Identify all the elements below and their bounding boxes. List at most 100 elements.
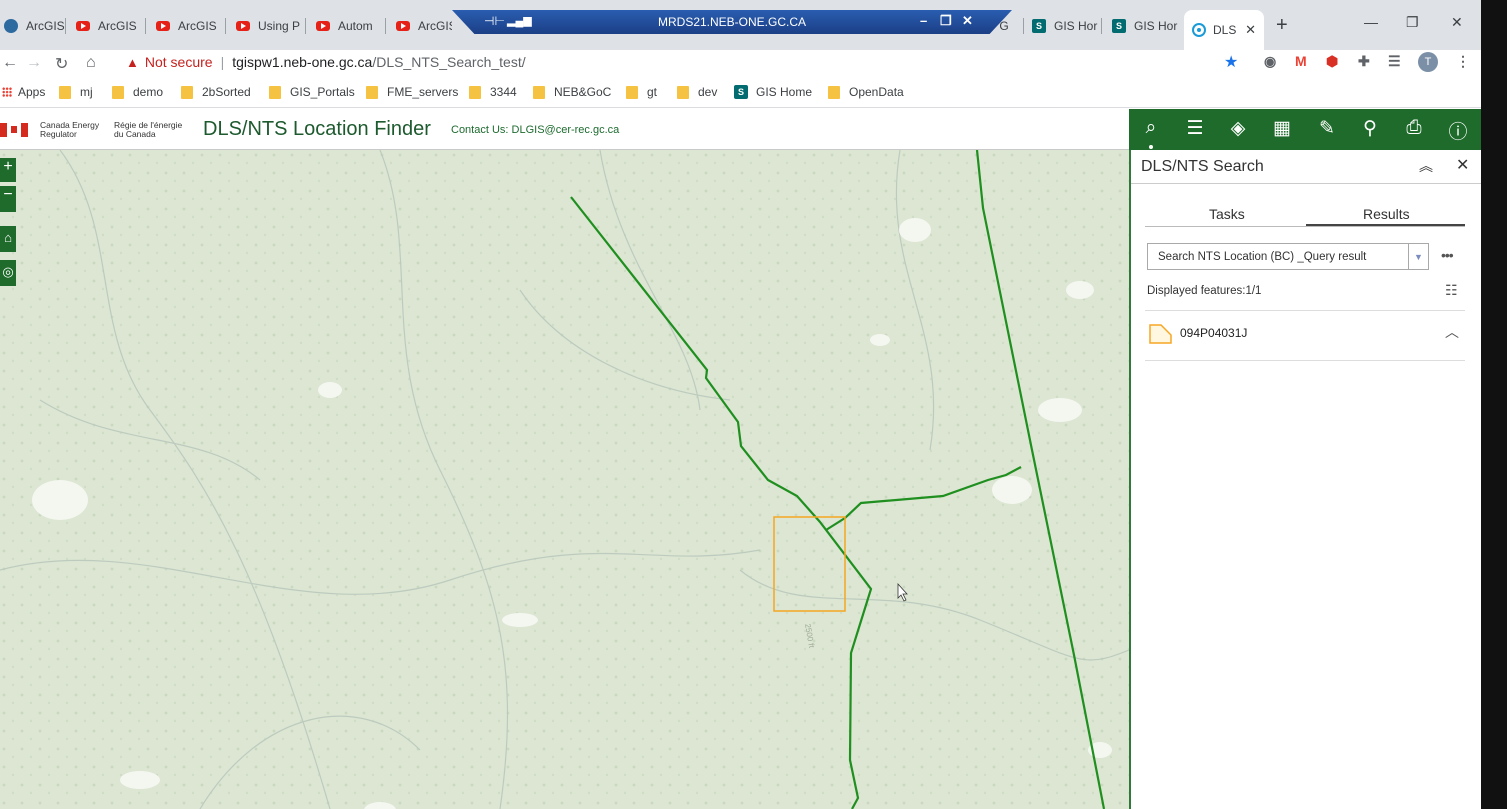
folder-icon [181,85,193,99]
sort-icon[interactable]: ☷ [1445,282,1458,299]
url-path: /DLS_NTS_Search_test/ [372,54,526,70]
reading-list-icon[interactable]: ☰ [1388,53,1401,70]
collapse-icon[interactable]: ︽ [1419,156,1433,176]
folder-icon [59,85,71,99]
youtube-icon [156,21,170,31]
apps-grid-icon [2,87,12,97]
browser-tab[interactable]: ArcGIS [152,12,226,40]
restore-button[interactable]: ❐ [1406,14,1419,31]
zoom-in-button[interactable]: + [0,158,16,182]
bookmark-folder[interactable]: GIS_Portals [269,85,355,99]
browser-tab[interactable]: ArcGIS [392,12,452,40]
reload-button[interactable]: ↻ [55,54,68,74]
app-header: Canada Energy Regulator Régie de l'énerg… [0,109,1129,150]
close-panel-icon[interactable]: ✕ [1456,155,1469,175]
map-canvas: 2500 ft [0,150,1129,809]
tab-strip: ArcGIS ArcGIS ArcGIS Using P Autom ArcGI… [0,0,1481,50]
folder-icon [269,85,281,99]
bookmark-apps[interactable]: Apps [2,85,45,99]
browser-tab[interactable]: S GIS Hor [1108,12,1182,40]
search-icon[interactable]: ⚲ [1357,117,1383,140]
forward-button[interactable]: → [26,54,42,72]
bookmark-folder[interactable]: 2bSorted [181,85,251,99]
active-tab-indicator [1306,224,1465,226]
youtube-icon [76,21,90,31]
app-title: DLS/NTS Location Finder [203,118,431,140]
dls-search-widget-icon[interactable]: ⌕ [1138,117,1164,149]
rd-minimize-button[interactable]: – [920,13,927,28]
query-result-select[interactable]: Search NTS Location (BC) _Query result ▼ [1147,243,1429,270]
browser-tab[interactable]: Autom [312,12,386,40]
bookmark-gis-home[interactable]: S GIS Home [734,85,812,99]
bookmark-folder[interactable]: dev [677,85,717,99]
omnibox[interactable]: ▲ Not secure | tgispw1.neb-one.gc.ca/DLS… [114,50,1254,74]
browser-tab-active[interactable]: DLS ✕ [1184,10,1264,50]
bookmark-folder[interactable]: 3344 [469,85,517,99]
remote-desktop-title: MRDS21.NEB-ONE.GC.CA [657,15,807,29]
bookmarks-bar: Apps mj demo 2bSorted GIS_Portals FME_se… [0,80,1481,108]
browser-tab[interactable]: ArcGIS [72,12,146,40]
bookmark-folder[interactable]: NEB&GoC [533,85,611,99]
home-button[interactable]: ⌂ [86,54,96,72]
extension-icon[interactable]: ◉ [1264,53,1276,70]
result-item-name[interactable]: 094P04031J [1180,326,1247,340]
bookmark-folder[interactable]: mj [59,85,93,99]
map-view[interactable]: 2500 ft + − ⌂ ◎ [0,150,1129,809]
sharepoint-icon: S [734,85,748,99]
home-extent-button[interactable]: ⌂ [0,226,16,252]
legend-list-icon[interactable]: ☰ [1182,117,1208,140]
basemap-grid-icon[interactable]: ▦ [1269,117,1295,140]
browser-tab[interactable]: Using P [232,12,306,40]
tab-tasks[interactable]: Tasks [1209,206,1245,222]
menu-icon[interactable]: ⋮ [1456,53,1470,70]
org-name-fr: Régie de l'énergie du Canada [114,120,183,139]
print-icon[interactable]: ⎙ [1401,117,1427,139]
folder-icon [469,85,481,99]
browser-tab[interactable]: ArcGIS [0,12,66,40]
close-window-button[interactable]: ✕ [1451,14,1463,31]
canada-flag-logo [0,123,28,137]
rd-restore-button[interactable]: ❐ [940,13,952,29]
bookmark-folder[interactable]: FME_servers [366,85,458,99]
sharepoint-icon: S [1112,19,1126,33]
warning-icon: ▲ [126,54,139,70]
puzzle-icon[interactable]: ✚ [1358,53,1370,70]
remote-desktop-bar: ⊣⊢ ▂▄▆ MRDS21.NEB-ONE.GC.CA – ❐ ✕ [452,10,1012,34]
bookmark-folder[interactable]: gt [626,85,657,99]
locate-button[interactable]: ◎ [0,260,16,286]
bookmark-folder[interactable]: OpenData [828,85,904,99]
more-options-icon[interactable]: ••• [1441,247,1454,263]
layers-icon[interactable]: ◈ [1225,117,1251,140]
minimize-button[interactable]: — [1364,14,1378,30]
folder-icon [677,85,689,99]
tab-results[interactable]: Results [1363,206,1410,222]
folder-icon [828,85,840,99]
org-name-en: Canada Energy Regulator [40,120,100,139]
zoom-out-button[interactable]: − [0,186,16,212]
close-tab-icon[interactable]: ✕ [1245,22,1256,38]
search-panel: DLS/NTS Search ︽ ✕ Tasks Results Search … [1129,150,1481,809]
avatar[interactable]: T [1418,52,1438,72]
address-bar-row: ← → ↻ ⌂ ▲ Not secure | tgispw1.neb-one.g… [0,50,1481,80]
desktop-edge [1481,0,1507,809]
youtube-icon [316,21,330,31]
displayed-features-count: Displayed features:1/1 [1147,285,1262,297]
gmail-extension-icon[interactable]: M [1295,53,1307,69]
chevron-down-icon[interactable]: ▼ [1408,244,1428,269]
folder-icon [533,85,545,99]
chevron-up-icon[interactable]: ︿ [1445,322,1459,342]
folder-icon [112,85,124,99]
measure-ruler-icon[interactable]: ✎ [1314,117,1340,140]
browser-tab[interactable]: S GIS Hor [1028,12,1102,40]
new-tab-button[interactable]: + [1276,14,1288,37]
adblock-icon[interactable]: ⬢ [1326,53,1338,70]
contact-link[interactable]: Contact Us: DLGIS@cer-rec.gc.ca [451,124,619,136]
bookmark-star-icon[interactable]: ★ [1224,52,1238,72]
rd-close-button[interactable]: ✕ [962,13,973,29]
bookmark-folder[interactable]: demo [112,85,163,99]
security-label[interactable]: Not secure [145,54,213,70]
divider: | [220,54,225,70]
back-button[interactable]: ← [2,54,18,72]
url-host: tgispw1.neb-one.gc.ca [232,54,373,70]
info-icon[interactable]: ⓘ [1445,117,1471,144]
